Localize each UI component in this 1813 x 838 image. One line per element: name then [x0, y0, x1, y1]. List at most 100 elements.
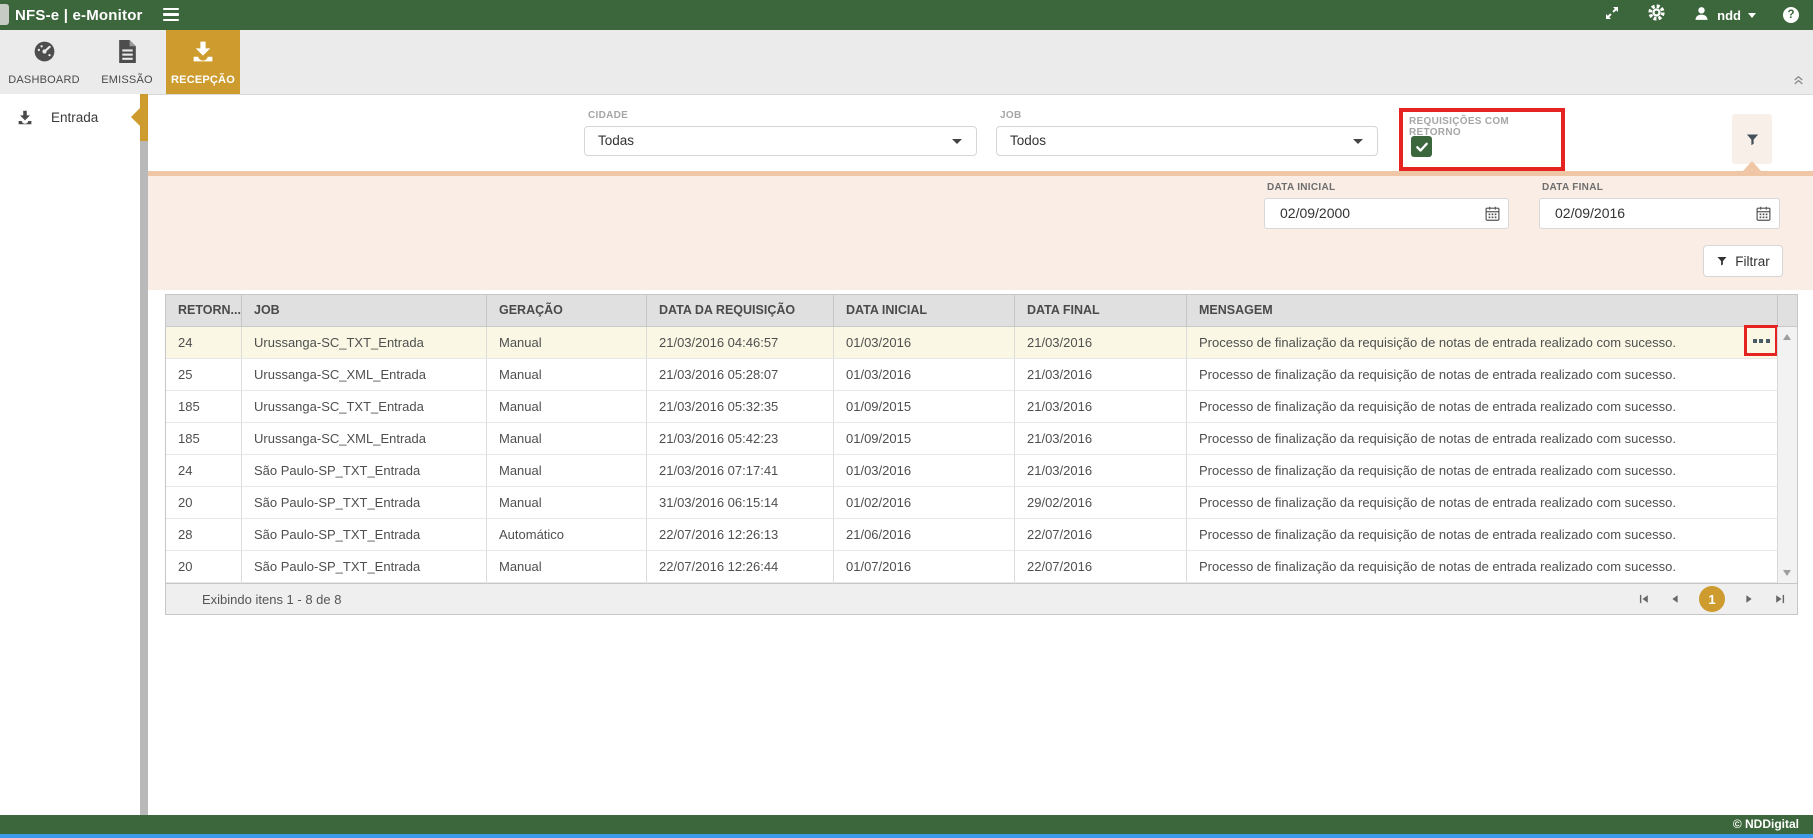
filtrar-button[interactable]: Filtrar: [1703, 245, 1783, 277]
table-cell: 21/03/2016: [1014, 423, 1186, 454]
tab-emissao[interactable]: EMISSÃO: [88, 30, 166, 94]
data-inicial-label: DATA INICIAL: [1267, 182, 1335, 193]
topbar-actions: ndd ?: [1604, 0, 1799, 30]
first-page-button[interactable]: [1637, 592, 1651, 606]
job-value: Todos: [1010, 127, 1046, 155]
filter-panel-toggle-button[interactable]: [1732, 114, 1772, 164]
column-header[interactable]: DATA FINAL: [1014, 295, 1186, 326]
table-cell: Processo de finalização da requisição de…: [1186, 391, 1777, 422]
table-cell: 20: [166, 551, 241, 582]
check-icon: [1415, 140, 1429, 154]
column-header[interactable]: JOB: [241, 295, 486, 326]
tab-recepcao[interactable]: RECEPÇÃO: [166, 30, 240, 94]
collapse-toolbar-icon[interactable]: [1792, 73, 1805, 91]
app-title: NFS-e | e-Monitor: [15, 7, 143, 24]
table-cell: Manual: [486, 455, 646, 486]
app-logo: [0, 4, 9, 25]
next-page-button[interactable]: [1742, 592, 1756, 606]
table-scrollbar[interactable]: [1777, 327, 1797, 583]
table-cell: 01/02/2016: [833, 487, 1014, 518]
calendar-icon[interactable]: [1755, 205, 1772, 227]
fullscreen-icon[interactable]: [1604, 5, 1620, 26]
table-cell: 01/07/2016: [833, 551, 1014, 582]
data-inicial-input[interactable]: 02/09/2000: [1264, 198, 1509, 229]
table-row[interactable]: 185Urussanga-SC_TXT_EntradaManual21/03/2…: [166, 391, 1797, 423]
help-icon[interactable]: ?: [1783, 7, 1799, 23]
filter-panel-notch: [1743, 161, 1761, 171]
scroll-up-icon[interactable]: [1783, 334, 1791, 340]
table-cell: 01/03/2016: [833, 455, 1014, 486]
current-page-button[interactable]: 1: [1699, 586, 1725, 612]
column-header[interactable]: DATA INICIAL: [833, 295, 1014, 326]
table-cell: Processo de finalização da requisição de…: [1186, 487, 1777, 518]
cidade-value: Todas: [598, 127, 634, 155]
table-cell: 185: [166, 391, 241, 422]
column-header[interactable]: MENSAGEM: [1186, 295, 1777, 326]
table-cell: Manual: [486, 391, 646, 422]
table-cell: 21/06/2016: [833, 519, 1014, 550]
previous-page-button[interactable]: [1668, 592, 1682, 606]
sidebar-item-entrada[interactable]: Entrada: [0, 94, 140, 141]
table-row[interactable]: 24São Paulo-SP_TXT_EntradaManual21/03/20…: [166, 455, 1797, 487]
table-cell: 20: [166, 487, 241, 518]
table-cell: 21/03/2016: [1014, 455, 1186, 486]
column-header[interactable]: RETORN...: [166, 295, 241, 326]
table-cell: São Paulo-SP_TXT_Entrada: [241, 455, 486, 486]
table-cell: 22/07/2016: [1014, 551, 1186, 582]
table-cell: 21/03/2016: [1014, 327, 1186, 358]
job-select[interactable]: Todos: [996, 126, 1378, 156]
table-row[interactable]: 28São Paulo-SP_TXT_EntradaAutomático22/0…: [166, 519, 1797, 551]
table-cell: 22/07/2016: [1014, 519, 1186, 550]
table-cell: 01/09/2015: [833, 423, 1014, 454]
table-cell: Urussanga-SC_XML_Entrada: [241, 423, 486, 454]
table-row[interactable]: 185Urussanga-SC_XML_EntradaManual21/03/2…: [166, 423, 1797, 455]
user-name: ndd: [1717, 8, 1741, 23]
user-menu[interactable]: ndd: [1693, 5, 1756, 25]
data-final-label: DATA FINAL: [1542, 182, 1603, 193]
table-cell: 22/07/2016 12:26:44: [646, 551, 833, 582]
last-page-button[interactable]: [1773, 592, 1787, 606]
column-header[interactable]: DATA DA REQUISIÇÃO: [646, 295, 833, 326]
table-cell: 21/03/2016: [1014, 359, 1186, 390]
cidade-select[interactable]: Todas: [584, 126, 977, 156]
pagination-controls: 1: [1637, 584, 1787, 614]
bottom-edge-bar: [0, 834, 1813, 838]
menu-icon[interactable]: [163, 8, 179, 24]
scroll-down-icon[interactable]: [1783, 570, 1791, 576]
retorno-checkbox[interactable]: [1411, 136, 1432, 157]
inbox-download-icon: [16, 109, 34, 126]
table-cell: 21/03/2016 05:32:35: [646, 391, 833, 422]
table-row[interactable]: 20São Paulo-SP_TXT_EntradaManual31/03/20…: [166, 487, 1797, 519]
table-cell: Processo de finalização da requisição de…: [1186, 551, 1777, 582]
row-ellipsis-button[interactable]: [1751, 335, 1772, 347]
sidebar-divider[interactable]: [140, 141, 148, 815]
table-body: 24Urussanga-SC_TXT_EntradaManual21/03/20…: [166, 327, 1797, 583]
inbox-download-icon: [190, 39, 216, 69]
pagination-bar: Exibindo itens 1 - 8 de 8 1: [166, 583, 1797, 614]
cidade-label: CIDADE: [588, 110, 628, 121]
gears-icon[interactable]: [1647, 3, 1666, 27]
table-row[interactable]: 20São Paulo-SP_TXT_EntradaManual22/07/20…: [166, 551, 1797, 583]
table-cell: Manual: [486, 551, 646, 582]
table-cell: Processo de finalização da requisição de…: [1186, 327, 1777, 358]
table-cell: São Paulo-SP_TXT_Entrada: [241, 519, 486, 550]
table-cell: Processo de finalização da requisição de…: [1186, 423, 1777, 454]
table-cell: São Paulo-SP_TXT_Entrada: [241, 551, 486, 582]
table-cell: Urussanga-SC_TXT_Entrada: [241, 391, 486, 422]
table-cell: Manual: [486, 423, 646, 454]
table-cell: 21/03/2016: [1014, 391, 1186, 422]
table-cell: 01/03/2016: [833, 327, 1014, 358]
top-bar: NFS-e | e-Monitor ndd ?: [0, 0, 1813, 30]
table-header-row: RETORN...JOBGERAÇÃODATA DA REQUISIÇÃODAT…: [166, 295, 1797, 327]
table-row[interactable]: 24Urussanga-SC_TXT_EntradaManual21/03/20…: [166, 327, 1797, 359]
table-row[interactable]: 25Urussanga-SC_XML_EntradaManual21/03/20…: [166, 359, 1797, 391]
sidebar-item-label: Entrada: [51, 110, 98, 125]
calendar-icon[interactable]: [1484, 205, 1501, 227]
data-final-input[interactable]: 02/09/2016: [1539, 198, 1780, 229]
pagination-status: Exibindo itens 1 - 8 de 8: [202, 592, 341, 607]
main-toolbar: DASHBOARD EMISSÃO RECEPÇÃO: [0, 30, 1813, 95]
table-cell: Urussanga-SC_XML_Entrada: [241, 359, 486, 390]
column-header[interactable]: GERAÇÃO: [486, 295, 646, 326]
active-section-indicator: [140, 94, 148, 141]
tab-dashboard[interactable]: DASHBOARD: [0, 30, 88, 94]
